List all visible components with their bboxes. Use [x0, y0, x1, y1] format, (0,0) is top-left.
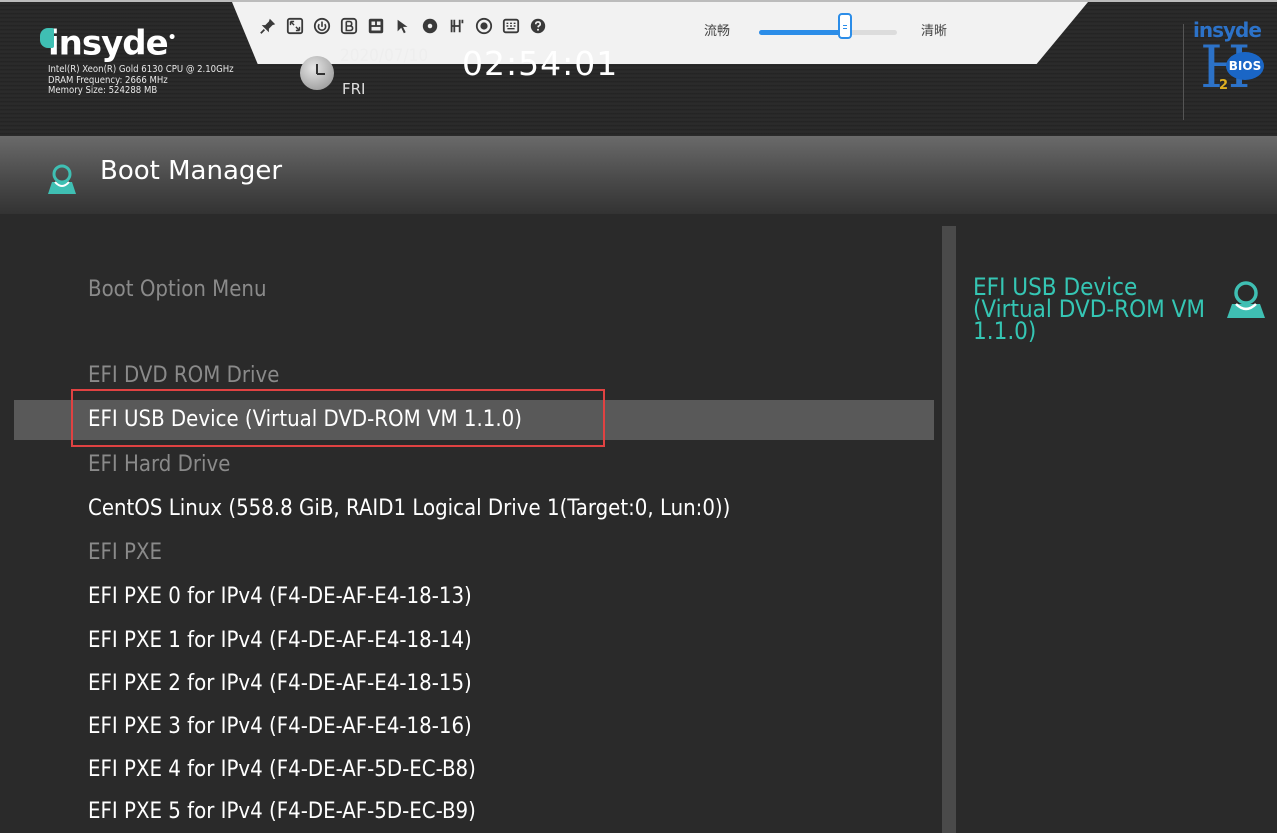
help-icon[interactable]	[528, 16, 548, 36]
logo-mark-icon	[40, 28, 54, 48]
keyboard-layout-icon[interactable]	[366, 16, 386, 36]
time-display: 02:54:01	[462, 44, 619, 83]
boot-option-centos[interactable]: CentOS Linux (558.8 GiB, RAID1 Logical D…	[0, 489, 934, 529]
memory-info: Memory Size: 524288 MB	[48, 85, 158, 97]
boot-option-pxe-2[interactable]: EFI PXE 2 for IPv4 (F4-DE-AF-E4-18-15)	[0, 664, 934, 704]
quality-low-label: 流畅	[704, 24, 731, 39]
badge-2: 2	[1219, 78, 1229, 93]
quality-slider-thumb[interactable]	[837, 13, 852, 39]
boot-manager-icon	[48, 164, 76, 194]
dvd-rom-drive-heading: EFI DVD ROM Drive	[88, 363, 280, 388]
power-icon[interactable]	[312, 16, 332, 36]
quality-slider[interactable]	[759, 30, 897, 35]
date-display: 2020/07/10	[340, 46, 429, 66]
logo-text: insyde	[48, 23, 169, 64]
help-text: EFI USB Device (Virtual DVD-ROM VM 1.1.0…	[973, 273, 1206, 345]
bios-badge-icon: BIOS	[1226, 52, 1264, 80]
boot-manager-help-icon	[1227, 281, 1265, 318]
page-title-bar: Boot Manager	[0, 136, 1277, 214]
boot-option-pxe-4[interactable]: EFI PXE 4 for IPv4 (F4-DE-AF-5D-EC-B8)	[0, 750, 934, 790]
menu-scrollbar[interactable]	[942, 226, 956, 833]
virtual-keyboard-icon[interactable]	[501, 16, 521, 36]
page-title: Boot Manager	[100, 156, 283, 186]
b-icon[interactable]	[339, 16, 359, 36]
boot-option-pxe-5[interactable]: EFI PXE 5 for IPv4 (F4-DE-AF-5D-EC-B9)	[0, 792, 934, 832]
boot-option-usb-device[interactable]: EFI USB Device (Virtual DVD-ROM VM 1.1.0…	[14, 400, 934, 440]
hard-drive-heading: EFI Hard Drive	[88, 452, 231, 477]
badge-divider	[1183, 24, 1184, 120]
boot-option-pxe-1[interactable]: EFI PXE 1 for IPv4 (F4-DE-AF-E4-18-14)	[0, 621, 934, 661]
fullscreen-icon[interactable]	[285, 16, 305, 36]
brand-block: insyde• Intel(R) Xeon(R) Gold 6130 CPU @…	[40, 20, 263, 97]
boot-option-menu-heading: Boot Option Menu	[88, 277, 267, 302]
logo-dot: •	[167, 30, 177, 46]
day-display: FRI	[342, 80, 366, 98]
mouse-icon[interactable]	[393, 16, 413, 36]
boot-option-pxe-0[interactable]: EFI PXE 0 for IPv4 (F4-DE-AF-E4-18-13)	[0, 577, 934, 617]
system-info: Intel(R) Xeon(R) Gold 6130 CPU @ 2.10GHz…	[48, 65, 263, 97]
disc-icon[interactable]	[420, 16, 440, 36]
record-icon[interactable]	[474, 16, 494, 36]
save-icon[interactable]	[447, 16, 467, 36]
insyde-logo: insyde•	[40, 20, 263, 64]
quality-high-label: 清晰	[921, 24, 948, 39]
help-panel: EFI USB Device (Virtual DVD-ROM VM 1.1.0…	[956, 214, 1277, 833]
pin-icon[interactable]	[258, 16, 278, 36]
quality-slider-fill	[759, 30, 845, 35]
clock-icon	[300, 56, 334, 90]
pxe-heading: EFI PXE	[88, 540, 163, 565]
toolbar-icons	[258, 16, 548, 36]
top-header: insyde• Intel(R) Xeon(R) Gold 6130 CPU @…	[0, 0, 1277, 138]
boot-option-pxe-3[interactable]: EFI PXE 3 for IPv4 (F4-DE-AF-E4-18-16)	[0, 707, 934, 747]
